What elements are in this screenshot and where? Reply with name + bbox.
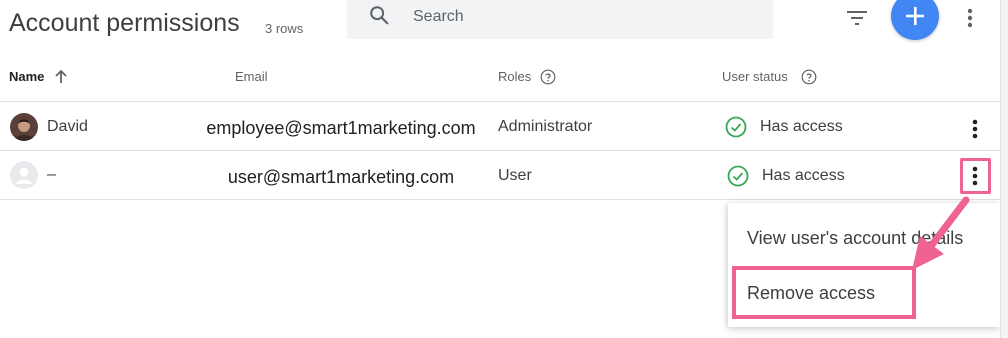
user-status: Has access: [760, 118, 843, 135]
more-vert-icon[interactable]: [958, 5, 982, 31]
account-permissions-panel: Account permissions 3 rows Search Name E…: [0, 0, 1000, 338]
user-status: Has access: [762, 167, 845, 184]
user-email: employee@smart1marketing.com: [206, 118, 476, 138]
search-bar[interactable]: [347, 0, 773, 39]
user-name: –: [47, 166, 56, 183]
row-divider: [0, 150, 1000, 151]
column-header-status[interactable]: User status: [722, 69, 788, 84]
more-vert-icon[interactable]: [963, 116, 987, 142]
arrow-upward-icon[interactable]: [54, 68, 68, 84]
header-divider: [0, 101, 1000, 102]
annotation-highlight: [960, 158, 991, 194]
page-title: Account permissions: [9, 9, 240, 37]
row-divider: [0, 199, 1000, 200]
annotation-highlight: [732, 266, 916, 319]
user-name: David: [47, 118, 88, 135]
column-header-name[interactable]: Name: [9, 69, 44, 84]
help-icon[interactable]: [801, 69, 817, 85]
annotation-arrow-icon: [912, 196, 970, 270]
user-role: User: [498, 167, 532, 184]
filter-icon[interactable]: [845, 8, 869, 28]
avatar: [10, 161, 38, 189]
column-header-roles[interactable]: Roles: [498, 69, 531, 84]
add-icon: [906, 7, 924, 25]
row-count: 3 rows: [265, 21, 304, 36]
search-icon[interactable]: [368, 4, 390, 26]
user-email: user@smart1marketing.com: [227, 167, 455, 187]
scrollbar-edge: [1000, 0, 1008, 338]
check-circle-icon: [727, 165, 749, 187]
avatar: [10, 113, 38, 141]
add-user-button[interactable]: [891, 0, 939, 40]
search-input[interactable]: Search: [413, 8, 464, 26]
help-icon[interactable]: [540, 69, 556, 85]
column-header-email[interactable]: Email: [235, 69, 268, 84]
user-role: Administrator: [498, 118, 593, 135]
check-circle-icon: [725, 116, 747, 138]
